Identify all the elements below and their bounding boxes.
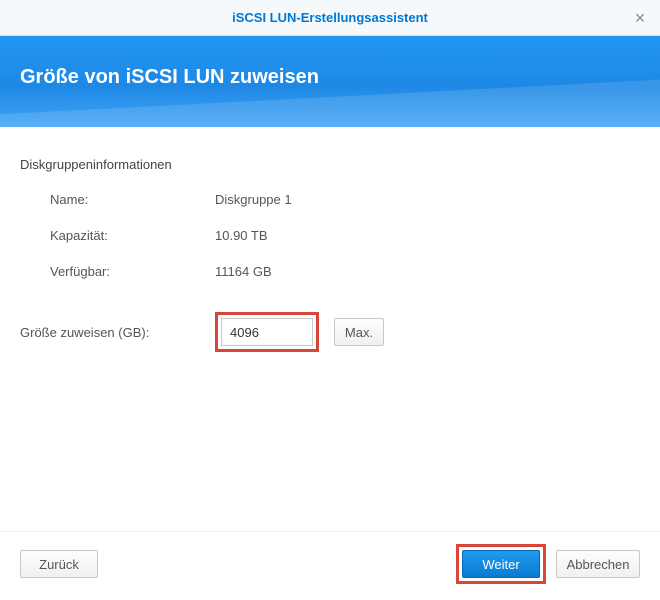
name-value: Diskgruppe 1 [215, 192, 292, 207]
row-capacity: Kapazität: 10.90 TB [50, 224, 640, 246]
titlebar: iSCSI LUN-Erstellungsassistent × [0, 0, 660, 36]
capacity-label: Kapazität: [50, 228, 215, 243]
window-title: iSCSI LUN-Erstellungsassistent [232, 10, 428, 25]
next-button[interactable]: Weiter [462, 550, 540, 578]
close-icon[interactable]: × [632, 10, 648, 26]
page-title: Größe von iSCSI LUN zuweisen [20, 66, 640, 89]
size-row: Größe zuweisen (GB): Max. [20, 312, 640, 352]
cancel-button[interactable]: Abbrechen [556, 550, 640, 578]
max-button[interactable]: Max. [334, 318, 384, 346]
diskgroup-info: Name: Diskgruppe 1 Kapazität: 10.90 TB V… [50, 188, 640, 282]
row-available: Verfügbar: 11164 GB [50, 260, 640, 282]
name-label: Name: [50, 192, 215, 207]
back-button[interactable]: Zurück [20, 550, 98, 578]
hero-banner: Größe von iSCSI LUN zuweisen [0, 36, 660, 127]
size-highlight [215, 312, 319, 352]
size-label: Größe zuweisen (GB): [20, 325, 215, 340]
diskgroup-section-label: Diskgruppeninformationen [20, 157, 640, 172]
size-input[interactable] [221, 318, 313, 346]
footer: Zurück Weiter Abbrechen [0, 531, 660, 600]
content-area: Diskgruppeninformationen Name: Diskgrupp… [0, 127, 660, 372]
available-value: 11164 GB [215, 264, 272, 279]
available-label: Verfügbar: [50, 264, 215, 279]
footer-right: Weiter Abbrechen [456, 544, 640, 584]
next-highlight: Weiter [456, 544, 546, 584]
capacity-value: 10.90 TB [215, 228, 268, 243]
row-name: Name: Diskgruppe 1 [50, 188, 640, 210]
